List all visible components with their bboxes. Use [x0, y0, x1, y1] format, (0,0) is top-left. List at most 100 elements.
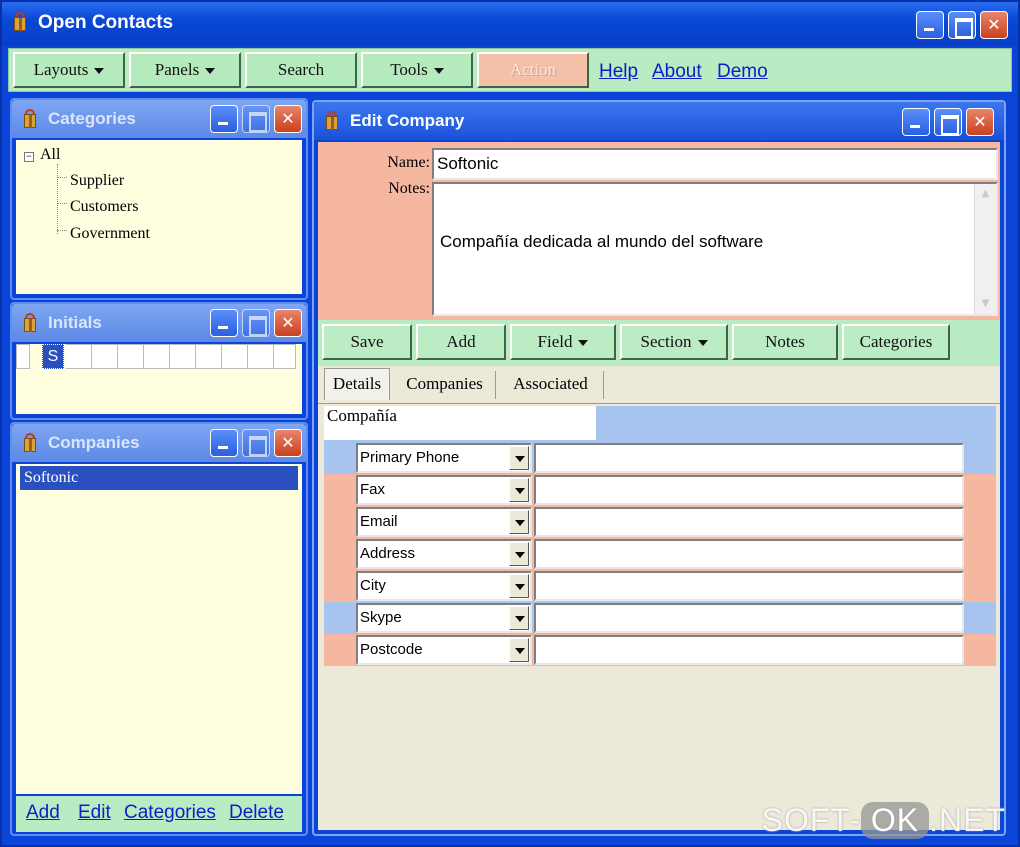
notes-button-label: Notes — [765, 332, 805, 351]
save-label: Save — [350, 332, 384, 351]
layouts-menu-button[interactable]: Layouts — [13, 52, 125, 88]
tools-menu-button[interactable]: Tools — [361, 52, 473, 88]
field-type-select[interactable]: Postcode — [356, 635, 532, 665]
dropdown-arrow-icon[interactable] — [509, 446, 529, 470]
field-value-input[interactable] — [534, 603, 964, 633]
initials-panel-titlebar[interactable]: Initials ✕ — [12, 304, 306, 342]
initial-cell[interactable] — [16, 344, 30, 369]
search-button[interactable]: Search — [245, 52, 357, 88]
tab-details[interactable]: Details — [324, 368, 390, 400]
field-type-select[interactable]: Fax — [356, 475, 532, 505]
initial-cell[interactable] — [92, 344, 118, 369]
notes-field[interactable]: Compañía dedicada al mundo del software … — [432, 182, 998, 316]
initial-cell[interactable] — [196, 344, 222, 369]
list-item-selected[interactable]: Softonic — [20, 466, 298, 490]
action-button[interactable]: Action — [477, 52, 589, 88]
tree-node-all[interactable]: All — [40, 146, 60, 164]
layouts-label: Layouts — [33, 60, 89, 79]
field-value-input[interactable] — [534, 443, 964, 473]
companies-minimize-button[interactable] — [210, 429, 238, 457]
categories-minimize-button[interactable] — [210, 105, 238, 133]
dropdown-arrow-icon[interactable] — [509, 510, 529, 534]
field-menu-button[interactable]: Field — [510, 324, 616, 360]
initials-minimize-button[interactable] — [210, 309, 238, 337]
field-value-input[interactable] — [534, 507, 964, 537]
caret-down-icon — [94, 68, 105, 75]
field-type-select[interactable]: Skype — [356, 603, 532, 633]
field-value-input[interactable] — [534, 635, 964, 665]
title-bar[interactable]: Open Contacts ✕ — [2, 2, 1018, 46]
initial-cell[interactable] — [274, 344, 296, 369]
field-type-select[interactable]: Address — [356, 539, 532, 569]
save-button[interactable]: Save — [322, 324, 412, 360]
add-button[interactable]: Add — [416, 324, 506, 360]
field-type-select[interactable]: Email — [356, 507, 532, 537]
field-value-input[interactable] — [534, 571, 964, 601]
tab-associated[interactable]: Associated — [498, 371, 604, 399]
companies-close-button[interactable]: ✕ — [274, 429, 302, 457]
companies-panel-titlebar[interactable]: Companies ✕ — [12, 424, 306, 462]
company-categories-link[interactable]: Categories — [124, 802, 216, 824]
add-company-link[interactable]: Add — [26, 802, 60, 824]
initial-cell[interactable] — [118, 344, 144, 369]
collapse-icon[interactable]: − — [24, 152, 34, 162]
window-title: Open Contacts — [38, 12, 174, 33]
initials-close-button[interactable]: ✕ — [274, 309, 302, 337]
notes-button[interactable]: Notes — [732, 324, 838, 360]
section-name-field[interactable]: Compañía — [324, 406, 596, 440]
edit-company-link[interactable]: Edit — [78, 802, 111, 824]
dropdown-arrow-icon[interactable] — [509, 478, 529, 502]
initials-maximize-button[interactable] — [242, 309, 270, 337]
companies-list: Softonic — [16, 464, 302, 794]
field-type-select[interactable]: City — [356, 571, 532, 601]
field-value-input[interactable] — [534, 539, 964, 569]
dropdown-arrow-icon[interactable] — [509, 542, 529, 566]
dropdown-arrow-icon[interactable] — [509, 638, 529, 662]
section-menu-button[interactable]: Section — [620, 324, 728, 360]
dropdown-arrow-icon[interactable] — [509, 606, 529, 630]
help-link[interactable]: Help — [599, 61, 638, 83]
edit-company-titlebar[interactable]: Edit Company ✕ — [314, 102, 1004, 140]
initial-cell[interactable] — [170, 344, 196, 369]
initial-cell[interactable] — [248, 344, 274, 369]
maximize-button[interactable] — [948, 11, 976, 39]
edit-maximize-button[interactable] — [934, 108, 962, 136]
initial-cell[interactable] — [144, 344, 170, 369]
notes-scrollbar[interactable]: ▲ ▼ — [974, 184, 996, 314]
panels-menu-button[interactable]: Panels — [129, 52, 241, 88]
caret-down-icon — [697, 340, 708, 347]
minimize-icon — [917, 12, 943, 38]
initial-cell-selected[interactable]: S — [42, 344, 64, 369]
demo-link[interactable]: Demo — [717, 61, 768, 83]
tab-companies[interactable]: Companies — [394, 371, 496, 399]
companies-maximize-button[interactable] — [242, 429, 270, 457]
field-type-select[interactable]: Primary Phone — [356, 443, 532, 473]
companies-actions: Add Edit Categories Delete — [16, 796, 302, 832]
delete-company-link[interactable]: Delete — [229, 802, 284, 824]
categories-close-button[interactable]: ✕ — [274, 105, 302, 133]
tree-node-supplier[interactable]: Supplier — [70, 172, 124, 190]
scroll-up-icon[interactable]: ▲ — [975, 184, 996, 204]
initial-cell[interactable] — [222, 344, 248, 369]
scroll-down-icon[interactable]: ▼ — [975, 294, 996, 314]
edit-minimize-button[interactable] — [902, 108, 930, 136]
tree-node-government[interactable]: Government — [70, 225, 150, 243]
maximize-icon — [243, 310, 269, 336]
name-field[interactable]: Softonic — [432, 148, 998, 180]
categories-panel-titlebar[interactable]: Categories ✕ — [12, 100, 306, 138]
gift-icon — [22, 433, 38, 453]
initial-cell[interactable] — [66, 344, 92, 369]
close-button[interactable]: ✕ — [980, 11, 1008, 39]
tree-node-customers[interactable]: Customers — [70, 198, 138, 216]
edit-close-button[interactable]: ✕ — [966, 108, 994, 136]
categories-tree: − All Supplier Customers Government — [16, 140, 302, 294]
categories-maximize-button[interactable] — [242, 105, 270, 133]
about-link[interactable]: About — [652, 61, 702, 83]
dropdown-arrow-icon[interactable] — [509, 574, 529, 598]
name-label: Name: — [387, 154, 430, 171]
categories-button[interactable]: Categories — [842, 324, 950, 360]
panels-label: Panels — [154, 60, 200, 79]
field-value-input[interactable] — [534, 475, 964, 505]
minimize-button[interactable] — [916, 11, 944, 39]
categories-panel: Categories ✕ − All Supplier Customers Go… — [10, 98, 308, 300]
